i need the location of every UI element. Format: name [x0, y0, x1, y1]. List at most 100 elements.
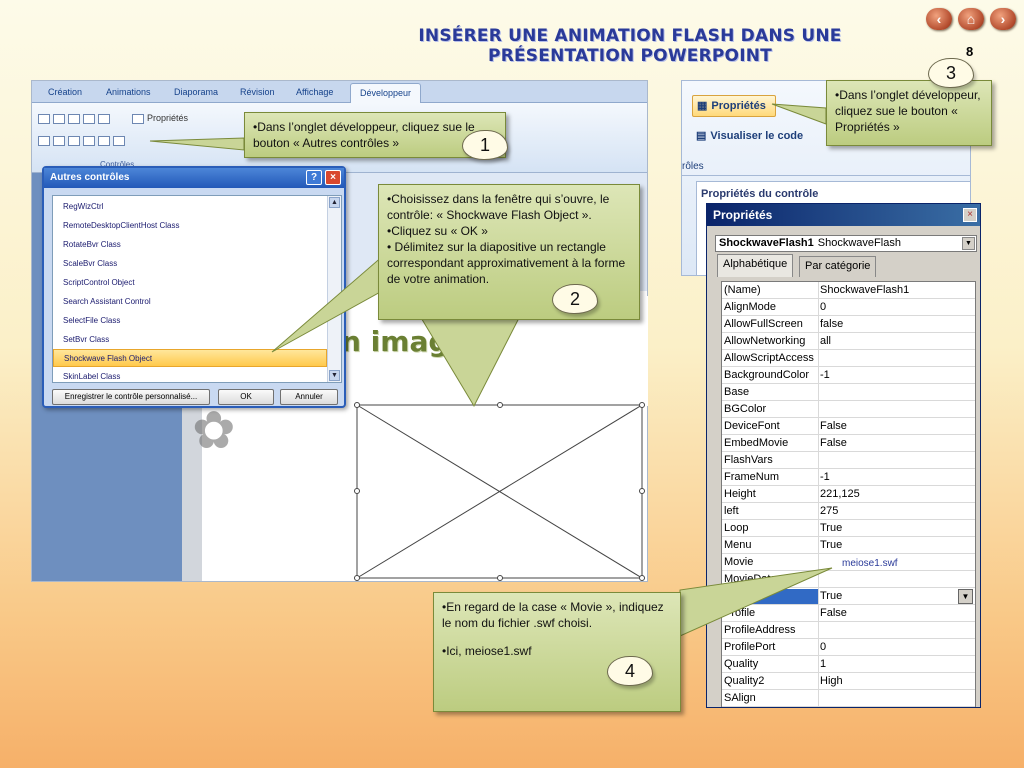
property-value[interactable]: 221,125 — [820, 488, 860, 500]
control-icon[interactable] — [68, 135, 80, 146]
property-value[interactable]: False — [820, 607, 847, 619]
property-row[interactable]: AlignMode 0 — [722, 299, 975, 316]
ok-button[interactable]: OK — [218, 389, 274, 405]
list-item[interactable]: RotateBvr Class — [53, 236, 327, 254]
property-value[interactable]: all — [820, 335, 831, 347]
list-item[interactable]: RemoteDesktopClientHost Class — [53, 217, 327, 235]
register-control-button[interactable]: Enregistrer le contrôle personnalisé... — [52, 389, 210, 405]
property-row[interactable]: EmbedMovie False — [722, 435, 975, 452]
list-scrollbar[interactable]: ▲ ▼ — [327, 196, 341, 382]
control-icon[interactable] — [68, 113, 80, 124]
property-row[interactable]: AllowFullScreen false — [722, 316, 975, 333]
slide-text: en images — [322, 325, 485, 358]
tab-alphabetique[interactable]: Alphabétique — [717, 254, 794, 277]
property-row[interactable]: (Name) ShockwaveFlash1 — [722, 282, 975, 299]
scroll-up-icon[interactable]: ▲ — [329, 197, 340, 208]
property-row[interactable]: Height 221,125 — [722, 486, 975, 503]
property-name: Quality2 — [724, 675, 765, 687]
tab-par-categorie[interactable]: Par catégorie — [799, 256, 877, 277]
ribbon-properties-button[interactable]: Propriétés — [132, 113, 188, 124]
control-icon[interactable] — [83, 113, 95, 124]
tab-developpeur[interactable]: Développeur — [350, 83, 422, 104]
property-row[interactable]: Quality2 High — [722, 673, 975, 690]
list-item-selected[interactable]: Shockwave Flash Object — [53, 349, 327, 367]
step-4-badge: 4 — [607, 656, 653, 686]
property-value[interactable]: 0 — [820, 301, 826, 313]
more-controls-icon[interactable] — [98, 135, 110, 146]
property-row[interactable]: AllowNetworking all — [722, 333, 975, 350]
list-item[interactable]: SkinLabel Class — [53, 368, 327, 386]
help-icon[interactable]: ? — [306, 170, 322, 185]
view-code-button[interactable]: ▤ Visualiser le code — [696, 129, 803, 142]
forward-arrow-icon[interactable]: › — [990, 8, 1016, 30]
property-row[interactable]: DeviceFont False — [722, 418, 975, 435]
control-icon[interactable] — [38, 135, 50, 146]
property-value[interactable]: 275 — [820, 505, 838, 517]
property-value[interactable]: False — [820, 420, 847, 432]
property-row[interactable]: left 275 — [722, 503, 975, 520]
list-item[interactable]: SetBvr Class — [53, 331, 327, 349]
property-name: Profile — [724, 607, 756, 619]
view-code-icon[interactable] — [113, 135, 125, 146]
property-value[interactable]: -1 — [820, 471, 830, 483]
property-value[interactable]: ShockwaveFlash1 — [820, 284, 909, 296]
properties-button[interactable]: ▦ Propriétés — [692, 95, 776, 117]
tab-diaporama[interactable]: Diaporama — [174, 87, 218, 97]
property-row[interactable]: MovieData — [722, 571, 975, 588]
control-icon[interactable] — [53, 135, 65, 146]
controls-list[interactable]: RegWizCtrl RemoteDesktopClientHost Class… — [52, 195, 342, 383]
back-arrow-icon[interactable]: ‹ — [926, 8, 952, 30]
property-row[interactable]: BackgroundColor -1 — [722, 367, 975, 384]
property-row[interactable]: Loop True — [722, 520, 975, 537]
property-row[interactable]: Profile False — [722, 605, 975, 622]
view-code-icon: ▤ — [696, 130, 707, 142]
tab-animations[interactable]: Animations — [106, 87, 151, 97]
close-icon[interactable]: × — [963, 208, 977, 222]
home-icon[interactable]: ⌂ — [958, 8, 984, 30]
close-icon[interactable]: × — [325, 170, 341, 185]
cancel-button[interactable]: Annuler — [280, 389, 338, 405]
property-name: SAlign — [724, 692, 756, 704]
tab-affichage[interactable]: Affichage — [296, 87, 333, 97]
property-row[interactable]: Playing True ▼ — [722, 588, 975, 605]
property-value[interactable]: True — [820, 539, 842, 551]
list-item[interactable]: ScaleBvr Class — [53, 255, 327, 273]
tab-revision[interactable]: Révision — [240, 87, 275, 97]
chevron-down-icon[interactable]: ▼ — [958, 589, 973, 604]
callout-text: •Dans l’onglet développeur, cliquez sue … — [835, 88, 981, 134]
control-icon[interactable] — [38, 113, 50, 124]
control-icon[interactable] — [98, 113, 110, 124]
property-value[interactable]: True — [820, 522, 842, 534]
property-name: Quality — [724, 658, 759, 670]
property-name: BackgroundColor — [724, 369, 809, 381]
property-row[interactable]: ProfileAddress — [722, 622, 975, 639]
property-value[interactable]: False — [820, 437, 847, 449]
property-row[interactable]: AllowScriptAccess — [722, 350, 975, 367]
control-icon[interactable] — [53, 113, 65, 124]
property-value[interactable]: 1 — [820, 658, 826, 670]
property-value[interactable]: True — [820, 590, 842, 602]
property-value[interactable]: -1 — [820, 369, 830, 381]
property-row[interactable]: BGColor — [722, 401, 975, 418]
property-value[interactable]: 0 — [820, 641, 826, 653]
property-row[interactable]: ProfilePort 0 — [722, 639, 975, 656]
property-row[interactable]: SAlign — [722, 690, 975, 707]
list-item[interactable]: ScriptControl Object — [53, 274, 327, 292]
chevron-down-icon[interactable]: ▼ — [962, 237, 975, 250]
property-value[interactable]: High — [820, 675, 843, 687]
property-row[interactable]: Menu True — [722, 537, 975, 554]
list-item[interactable]: Search Assistant Control — [53, 293, 327, 311]
property-row[interactable]: FlashVars — [722, 452, 975, 469]
property-name: FrameNum — [724, 471, 780, 483]
object-selector[interactable]: ShockwaveFlash1 ShockwaveFlash ▼ — [715, 235, 977, 252]
property-row[interactable]: Quality 1 — [722, 656, 975, 673]
property-row[interactable]: FrameNum -1 — [722, 469, 975, 486]
control-icon[interactable] — [83, 135, 95, 146]
property-value[interactable]: false — [820, 318, 843, 330]
tab-creation[interactable]: Création — [48, 87, 82, 97]
scroll-down-icon[interactable]: ▼ — [329, 370, 340, 381]
property-name: AlignMode — [724, 301, 776, 313]
property-row[interactable]: Base — [722, 384, 975, 401]
list-item[interactable]: RegWizCtrl — [53, 198, 327, 216]
list-item[interactable]: SelectFile Class — [53, 312, 327, 330]
